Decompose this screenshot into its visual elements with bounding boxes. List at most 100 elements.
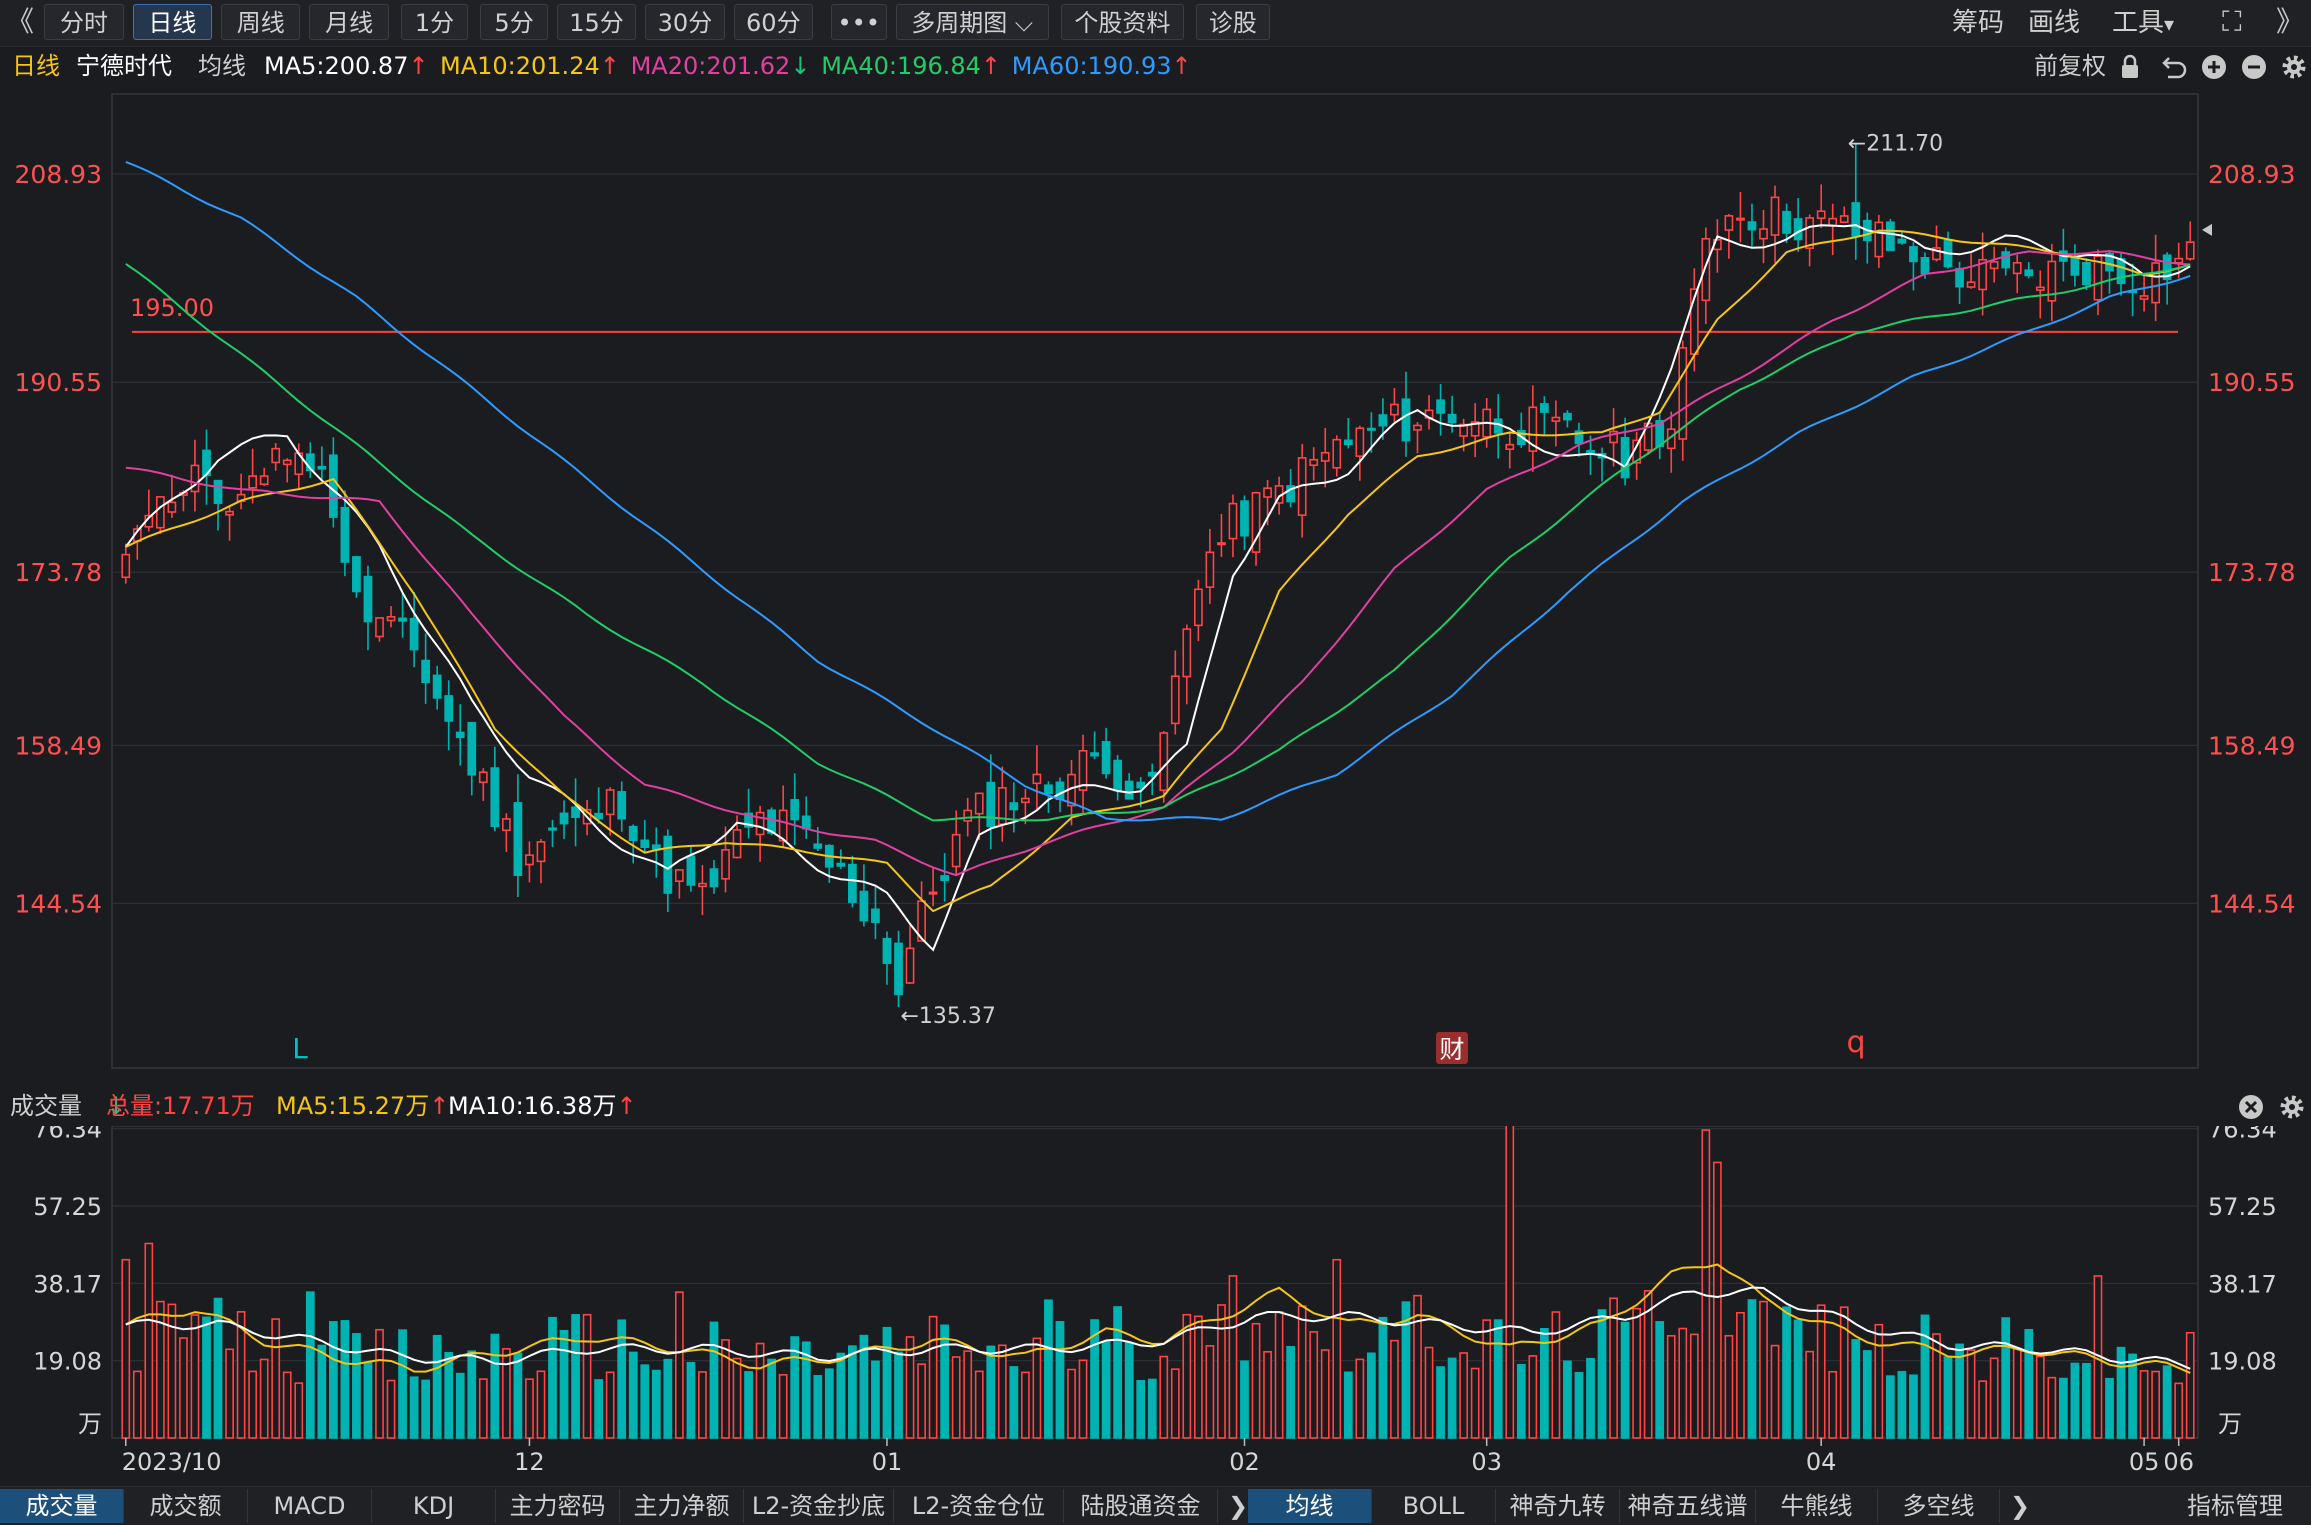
period-button[interactable]: 60分 xyxy=(733,4,814,40)
candlestick-chart[interactable]: 208.93 208.93 190.55 190.55 173.78 173.78 158.… xyxy=(0,86,2311,1090)
tools-button[interactable]: 工具▾ xyxy=(2112,6,2174,40)
volume-bar xyxy=(594,1379,604,1439)
candle xyxy=(1770,196,1780,236)
header-icons xyxy=(2122,54,2306,79)
volume-bar xyxy=(432,1334,442,1439)
tab-indicator[interactable]: KDJ xyxy=(372,1489,496,1523)
tab-indicator[interactable]: 主力净额 xyxy=(620,1489,744,1523)
candle xyxy=(1378,414,1388,427)
volume-bar xyxy=(1078,1359,1088,1439)
period-button[interactable]: 30分 xyxy=(645,4,725,40)
tab-indicator[interactable]: 主力密码 xyxy=(496,1489,620,1523)
volume-bar xyxy=(478,1378,488,1439)
tab-indicator[interactable]: 成交额 xyxy=(124,1489,248,1523)
candle xyxy=(1309,458,1319,467)
volume-bar xyxy=(144,1242,154,1439)
back-icon[interactable]: 《 xyxy=(6,5,34,39)
volume-bar xyxy=(1170,1368,1180,1439)
ma-value-text: MA10:201.24 xyxy=(440,52,600,80)
period-button[interactable]: 1分 xyxy=(400,4,469,40)
tab-overlay[interactable]: 多空线 xyxy=(1878,1489,2000,1523)
ma-value-text: MA40:196.84 xyxy=(821,52,981,80)
period-button[interactable]: 分时 xyxy=(44,4,124,40)
fullscreen-icon[interactable]: ⛶ xyxy=(2222,5,2242,39)
tab-overlay[interactable]: BOLL xyxy=(1372,1489,1496,1523)
tab-indicator[interactable]: MACD xyxy=(248,1489,372,1523)
forward-icon[interactable]: 》 xyxy=(2276,5,2304,39)
stock-name[interactable]: 宁德时代 xyxy=(76,46,172,86)
volume-bar xyxy=(1989,1357,1999,1439)
candle xyxy=(1240,500,1249,537)
period-button[interactable]: ••• xyxy=(830,4,887,40)
tab-indicator[interactable]: L2-资金仓位 xyxy=(894,1489,1064,1523)
draw-button[interactable]: 画线 xyxy=(2028,6,2080,40)
period-button[interactable]: 5分 xyxy=(480,4,548,40)
volume-bar xyxy=(1701,1129,1711,1439)
volume-bar xyxy=(352,1333,361,1439)
candle xyxy=(409,617,419,651)
volume-bar xyxy=(2174,1382,2184,1439)
close-icon[interactable] xyxy=(2239,1095,2263,1119)
volume-bar xyxy=(1885,1375,1895,1439)
period-button[interactable]: 个股资料 xyxy=(1060,4,1185,40)
chip-button[interactable]: 筹码 xyxy=(1952,6,2004,40)
ma-label[interactable]: 均线 xyxy=(198,46,246,86)
period-button[interactable]: 周线 xyxy=(220,4,301,40)
volume-bar xyxy=(1020,1371,1030,1439)
candle xyxy=(1182,628,1192,678)
candle xyxy=(2185,241,2195,260)
period-button[interactable]: 15分 xyxy=(556,4,637,40)
tab-indicator[interactable]: 成交量 xyxy=(0,1489,124,1523)
indicator-manage-button[interactable]: 指标管理 xyxy=(2160,1489,2310,1523)
candle xyxy=(1147,771,1157,777)
settings-icon[interactable] xyxy=(2280,1095,2304,1119)
period-button[interactable]: 日线 xyxy=(132,4,213,40)
period-button[interactable]: 多周期图 ⌵ xyxy=(895,4,1049,40)
lock-icon[interactable] xyxy=(2122,54,2138,78)
candle xyxy=(1447,413,1457,424)
tab-overlay[interactable]: 神奇五线谱 xyxy=(1620,1489,1756,1523)
volume-bar xyxy=(963,1350,973,1439)
volume-bar xyxy=(1851,1339,1861,1439)
candle xyxy=(663,835,673,894)
volume-ma5-text: MA5:15.27万 xyxy=(276,1092,430,1120)
volume-bar xyxy=(1309,1331,1319,1439)
volume-chart[interactable]: 76.34 76.34 57.25 57.25 38.17 38.17 19.08 19.08… xyxy=(0,1126,2311,1486)
zoom-out-icon[interactable] xyxy=(2242,55,2266,79)
volume-tick-right: 38.17 xyxy=(2208,1270,2277,1298)
candle xyxy=(1816,210,1826,220)
tab-overlay[interactable]: 神奇九转 xyxy=(1496,1489,1620,1523)
volume-bar xyxy=(871,1360,880,1439)
period-button[interactable]: 诊股 xyxy=(1196,4,1270,40)
volume-bar xyxy=(1378,1316,1388,1439)
volume-unit-left: 万 xyxy=(78,1410,102,1438)
volume-bar xyxy=(2012,1347,2022,1439)
volume-bar xyxy=(651,1369,661,1439)
volume-bar xyxy=(2139,1370,2149,1439)
candle xyxy=(1044,784,1053,795)
overlay-scroll-right-icon[interactable]: ❯ xyxy=(2000,1489,2040,1523)
tab-indicator[interactable]: L2-资金抄底 xyxy=(744,1489,894,1523)
candle xyxy=(651,844,661,850)
volume-bar xyxy=(1032,1337,1042,1439)
tab-overlay[interactable]: 牛熊线 xyxy=(1756,1489,1878,1523)
volume-tick-left: 19.08 xyxy=(33,1348,102,1376)
zoom-in-icon[interactable] xyxy=(2202,55,2226,79)
tab-indicator[interactable]: 陆股通资金 xyxy=(1064,1489,1218,1523)
period-button[interactable]: 月线 xyxy=(309,4,389,40)
volume-bar xyxy=(2105,1377,2114,1439)
undo-icon[interactable] xyxy=(2162,57,2187,79)
volume-bar xyxy=(2070,1362,2080,1439)
volume-bar xyxy=(836,1352,846,1439)
tab-overlay[interactable]: 均线 xyxy=(1248,1489,1372,1523)
gear-icon[interactable] xyxy=(2282,55,2306,79)
volume-bar xyxy=(1493,1319,1503,1439)
adjust-mode[interactable]: 前复权 xyxy=(2034,46,2106,86)
volume-label[interactable]: 成交量 xyxy=(10,1086,82,1126)
volume-bar xyxy=(1632,1307,1642,1439)
candle xyxy=(1217,542,1226,546)
candle xyxy=(1366,427,1376,431)
y-tick-label-left: 173.78 xyxy=(15,558,102,587)
candle xyxy=(1747,221,1757,231)
volume-bar xyxy=(824,1368,834,1439)
